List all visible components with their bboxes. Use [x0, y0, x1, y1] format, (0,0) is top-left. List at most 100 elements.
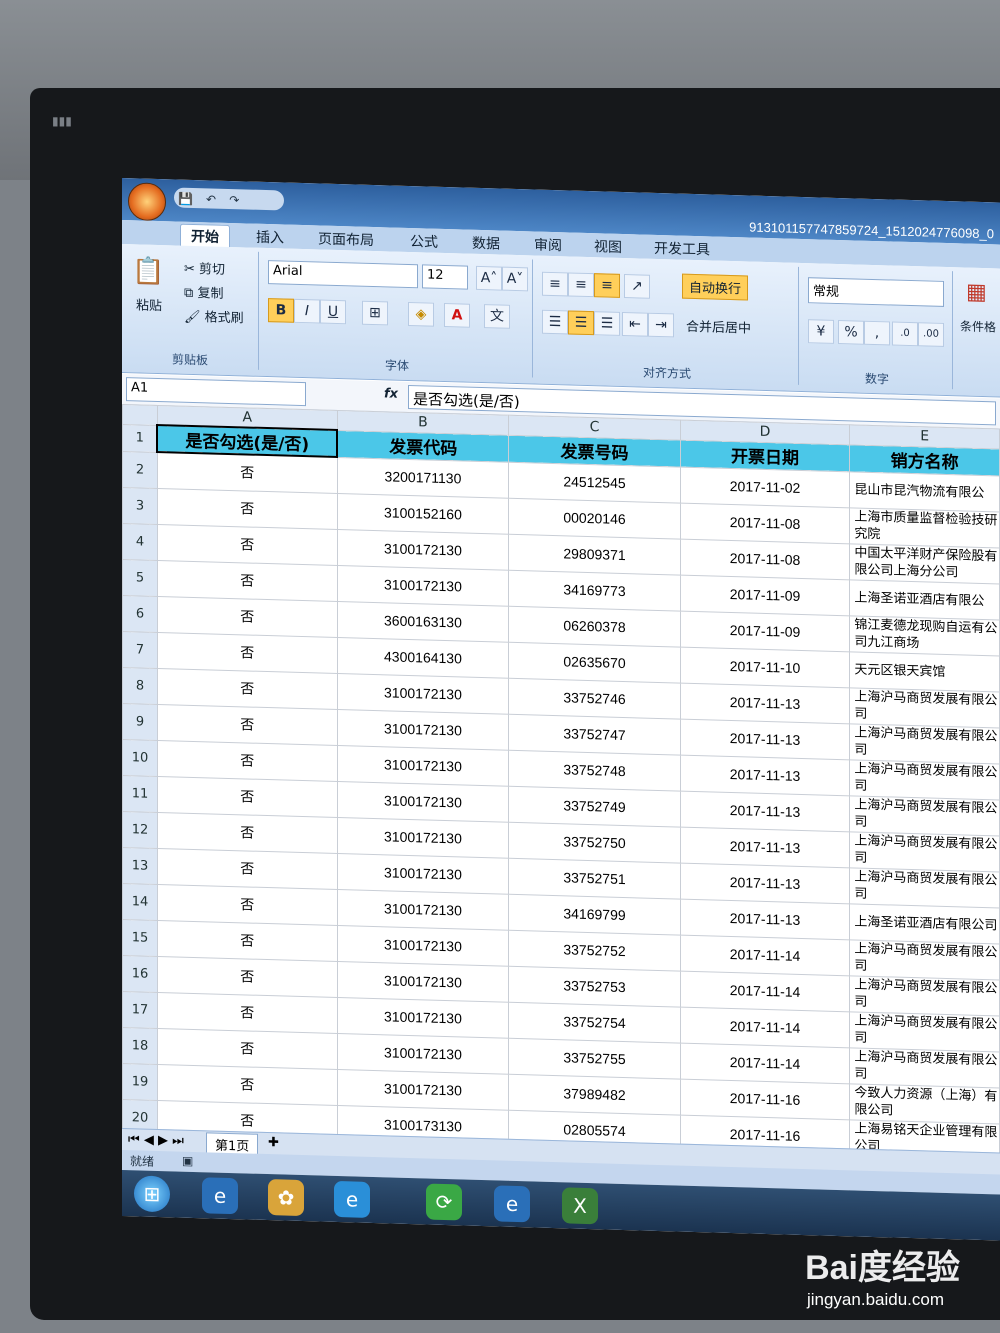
cell-invoice-code[interactable]: 3100172130 [337, 745, 509, 786]
wrap-text-button[interactable]: 自动换行 [682, 273, 749, 301]
cell-checked[interactable]: 否 [157, 523, 338, 566]
phonetic-icon[interactable]: 文 [484, 304, 510, 329]
align-top-icon[interactable]: ≡ [542, 271, 568, 297]
cell-invoice-number[interactable]: 33752751 [508, 857, 681, 899]
cell-invoice-code[interactable]: 3100172130 [337, 997, 509, 1038]
cell-seller-name[interactable]: 锦江麦德龙现购自运有公司九江商场 [849, 615, 1000, 656]
cell-checked[interactable]: 否 [157, 595, 338, 638]
row-number[interactable]: 15 [122, 919, 158, 956]
cell-seller-name[interactable]: 上海沪马商贸发展有限公司 [849, 831, 1000, 872]
cell-invoice-number[interactable]: 33752746 [508, 677, 681, 719]
row-number[interactable]: 12 [122, 811, 158, 848]
tab-review[interactable]: 审阅 [524, 233, 572, 256]
cell-invoice-number[interactable]: 29809371 [508, 533, 681, 575]
cell-seller-name[interactable]: 上海圣诺亚酒店有限公司 [849, 903, 1000, 944]
conditional-format-button[interactable]: 条件格 [960, 317, 996, 335]
merge-center-button[interactable]: 合并后居中 [686, 316, 751, 337]
ie-icon[interactable]: e [202, 1177, 238, 1215]
row-number[interactable]: 2 [122, 451, 158, 488]
undo-icon[interactable]: ↶ [206, 192, 216, 206]
cell-invoice-code[interactable]: 3100152160 [337, 493, 509, 534]
cell-checked[interactable]: 否 [157, 883, 338, 926]
cell-invoice-number[interactable]: 34169773 [508, 569, 681, 611]
cell-invoice-date[interactable]: 2017-11-14 [680, 970, 850, 1012]
cell-invoice-number[interactable]: 37989482 [508, 1073, 681, 1115]
cell-invoice-number[interactable]: 00020146 [508, 497, 681, 539]
number-format-select[interactable]: 常规 [808, 277, 944, 307]
tab-data[interactable]: 数据 [462, 231, 510, 254]
percent-icon[interactable]: % [838, 319, 864, 345]
row-number[interactable]: 11 [122, 775, 158, 812]
row-number[interactable]: 6 [122, 595, 158, 632]
cell-invoice-date[interactable]: 2017-11-08 [680, 538, 850, 580]
cell-seller-name[interactable]: 上海沪马商贸发展有限公司 [849, 759, 1000, 800]
cell-invoice-date[interactable]: 2017-11-13 [680, 826, 850, 868]
tab-page-layout[interactable]: 页面布局 [308, 227, 384, 251]
cell-invoice-number[interactable]: 06260378 [508, 605, 681, 647]
cell-invoice-code[interactable]: 3100172130 [337, 817, 509, 858]
tab-home[interactable]: 开始 [180, 223, 230, 249]
align-center-icon[interactable]: ☰ [568, 310, 594, 336]
cell-invoice-number[interactable]: 33752753 [508, 965, 681, 1007]
row-number[interactable]: 16 [122, 955, 158, 992]
green-app-icon[interactable]: ⟳ [426, 1183, 462, 1221]
cell-seller-name[interactable]: 中国太平洋财产保险股有限公司上海分公司 [849, 543, 1000, 584]
cell-invoice-date[interactable]: 2017-11-14 [680, 934, 850, 976]
cell-checked[interactable]: 否 [157, 1027, 338, 1070]
row-number[interactable]: 3 [122, 487, 158, 524]
border-icon[interactable]: ⊞ [362, 300, 388, 326]
office-button[interactable] [128, 182, 166, 222]
row-number[interactable]: 1 [122, 424, 158, 452]
currency-icon[interactable]: ¥ [808, 319, 834, 344]
row-number[interactable]: 14 [122, 883, 158, 920]
grow-font-icon[interactable]: A˄ [476, 265, 502, 291]
fill-color-icon[interactable]: ◈ [408, 301, 434, 327]
cell-invoice-date[interactable]: 2017-11-13 [680, 682, 850, 724]
cell-invoice-code[interactable]: 3100172130 [337, 853, 509, 894]
cell-checked[interactable]: 否 [157, 991, 338, 1034]
cell-invoice-number[interactable]: 33752754 [508, 1001, 681, 1043]
tab-insert[interactable]: 插入 [246, 225, 294, 248]
align-bottom-icon[interactable]: ≡ [594, 273, 620, 298]
cell-seller-name[interactable]: 上海沪马商贸发展有限公司 [849, 795, 1000, 836]
cell-invoice-date[interactable]: 2017-11-09 [680, 610, 850, 652]
cell-invoice-number[interactable]: 33752747 [508, 713, 681, 755]
cut-button[interactable]: ✂ 剪切 [184, 258, 225, 278]
cell-invoice-number[interactable]: 02635670 [508, 641, 681, 683]
cell-invoice-code[interactable]: 3100172130 [337, 925, 509, 966]
start-button-icon[interactable]: ⊞ [134, 1175, 170, 1213]
cell-invoice-date[interactable]: 2017-11-08 [680, 502, 850, 544]
cell-seller-name[interactable]: 上海沪马商贸发展有限公司 [849, 867, 1000, 908]
row-number[interactable]: 4 [122, 523, 158, 560]
cell-invoice-date[interactable]: 2017-11-09 [680, 574, 850, 616]
italic-button[interactable]: I [294, 298, 320, 324]
cell-seller-name[interactable]: 今致人力资源（上海）有限公司 [849, 1083, 1000, 1124]
font-size-select[interactable]: 12 [422, 264, 468, 290]
row-number[interactable]: 7 [122, 631, 158, 668]
cell-checked[interactable]: 否 [157, 631, 338, 674]
paste-icon[interactable]: 📋 [132, 256, 164, 287]
cell-invoice-date[interactable]: 2017-11-13 [680, 754, 850, 796]
cell-seller-name[interactable]: 上海沪马商贸发展有限公司 [849, 687, 1000, 728]
cell-seller-name[interactable]: 上海沪马商贸发展有限公司 [849, 975, 1000, 1016]
cell-checked[interactable]: 否 [157, 487, 338, 530]
cell-invoice-code[interactable]: 3100172130 [337, 673, 509, 714]
cell-invoice-date[interactable]: 2017-11-13 [680, 790, 850, 832]
macro-record-icon[interactable]: ▣ [182, 1154, 193, 1168]
excel-icon[interactable]: X [562, 1187, 598, 1225]
cell-checked[interactable]: 否 [157, 739, 338, 782]
cell-invoice-number[interactable]: 33752750 [508, 821, 681, 863]
cell-checked[interactable]: 否 [157, 811, 338, 854]
app-icon[interactable]: ✿ [268, 1179, 304, 1217]
align-left-icon[interactable]: ☰ [542, 309, 568, 335]
font-name-select[interactable]: Arial [268, 260, 418, 289]
cell-checked[interactable]: 否 [157, 667, 338, 710]
comma-icon[interactable]: , [864, 320, 890, 346]
cell-invoice-number[interactable]: 33752748 [508, 749, 681, 791]
row-number[interactable]: 8 [122, 667, 158, 704]
cell-invoice-date[interactable]: 2017-11-13 [680, 862, 850, 904]
cell-invoice-date[interactable]: 2017-11-13 [680, 898, 850, 940]
tab-view[interactable]: 视图 [584, 235, 632, 258]
ie-icon-2[interactable]: e [494, 1185, 530, 1223]
cell-seller-name[interactable]: 上海沪马商贸发展有限公司 [849, 1047, 1000, 1088]
